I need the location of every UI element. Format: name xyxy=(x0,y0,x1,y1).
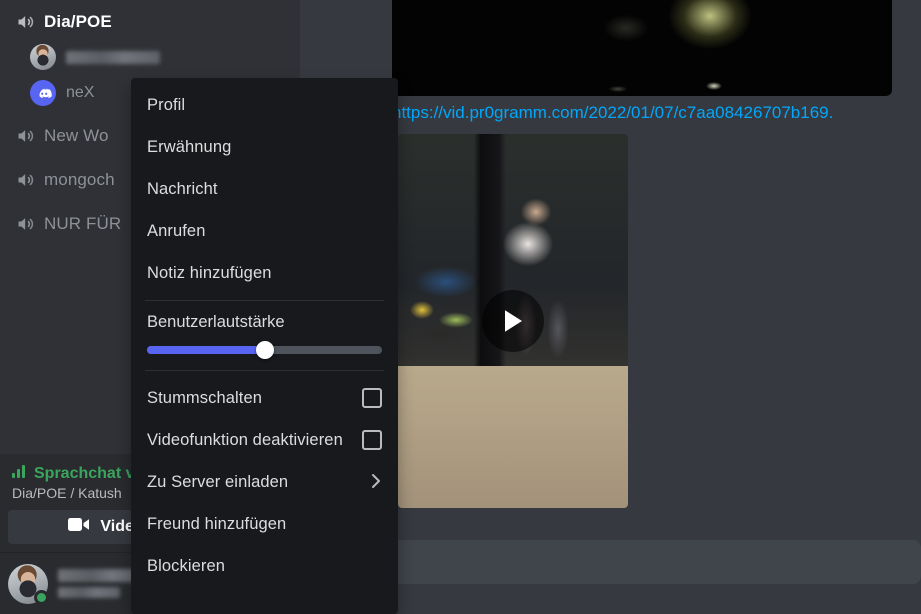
menu-item-freund-hinzufuegen[interactable]: Freund hinzufügen xyxy=(131,503,398,545)
menu-item-label: Profil xyxy=(147,95,186,114)
sidebar-member-0[interactable] xyxy=(8,39,292,75)
menu-item-videofunktion-deaktivieren[interactable]: Videofunktion deaktivieren xyxy=(131,419,398,461)
user-tag-redacted xyxy=(58,587,120,598)
menu-item-profil[interactable]: Profil xyxy=(131,84,398,126)
user-volume-label: Benutzerlautstärke xyxy=(147,313,285,331)
menu-item-label: Zu Server einladen xyxy=(147,472,289,491)
menu-item-label: Videofunktion deaktivieren xyxy=(147,430,343,449)
menu-item-label: Anrufen xyxy=(147,221,206,240)
member-name: neX xyxy=(66,84,95,101)
speaker-icon xyxy=(16,12,36,32)
user-volume-section[interactable]: Benutzerlautstärke xyxy=(131,307,398,364)
menu-item-label: Nachricht xyxy=(147,179,218,198)
menu-item-blockieren[interactable]: Blockieren xyxy=(131,545,398,587)
user-volume-slider[interactable] xyxy=(147,341,382,359)
discord-logo-avatar xyxy=(30,80,56,106)
member-name-redacted xyxy=(66,50,160,64)
volume-slider-thumb[interactable] xyxy=(255,341,274,359)
play-button-icon[interactable] xyxy=(482,290,544,352)
speaker-icon xyxy=(16,170,36,190)
sidebar-channel-label: mongoch xyxy=(44,170,115,189)
menu-separator xyxy=(145,370,384,371)
menu-item-nachricht[interactable]: Nachricht xyxy=(131,168,398,210)
menu-item-label: Freund hinzufügen xyxy=(147,514,287,533)
menu-separator xyxy=(145,300,384,301)
video-embed[interactable] xyxy=(398,134,628,508)
message-link[interactable]: https://vid.pr0gramm.com/2022/01/07/c7aa… xyxy=(392,103,921,123)
checkbox-unchecked-icon[interactable] xyxy=(362,388,382,408)
status-badge xyxy=(34,589,49,605)
speaker-icon xyxy=(16,126,36,146)
user-context-menu[interactable]: Profil Erwähnung Nachricht Anrufen Notiz… xyxy=(131,78,398,614)
sidebar-channel-label: Dia/POE xyxy=(44,12,112,31)
menu-item-label: Erwähnung xyxy=(147,137,232,156)
menu-item-label: Blockieren xyxy=(147,556,226,575)
sidebar-channel-label: New Wo xyxy=(44,126,109,145)
avatar[interactable] xyxy=(8,563,49,605)
menu-item-zu-server-einladen[interactable]: Zu Server einladen xyxy=(131,461,398,503)
previous-video-thumbnail[interactable] xyxy=(392,0,892,96)
signal-bars-icon xyxy=(12,464,28,483)
voice-status-text: Sprachchat v xyxy=(34,464,135,482)
video-camera-icon xyxy=(68,517,90,537)
chat-input[interactable] xyxy=(392,540,921,584)
menu-item-stummschalten[interactable]: Stummschalten xyxy=(131,377,398,419)
discord-window: Dia/POE neX New Wo mongoch NUR FÜR Sprac… xyxy=(0,0,921,614)
menu-item-notiz-hinzufuegen[interactable]: Notiz hinzufügen xyxy=(131,252,398,294)
chevron-right-icon xyxy=(371,473,382,492)
avatar xyxy=(30,44,56,70)
sidebar-channel-active[interactable]: Dia/POE xyxy=(8,5,292,39)
menu-item-label: Notiz hinzufügen xyxy=(147,263,272,282)
volume-slider-fill xyxy=(147,346,265,354)
checkbox-unchecked-icon[interactable] xyxy=(362,430,382,450)
sidebar-channel-label: NUR FÜR xyxy=(44,214,122,233)
menu-item-label: Stummschalten xyxy=(147,388,263,407)
speaker-icon xyxy=(16,214,36,234)
menu-item-anrufen[interactable]: Anrufen xyxy=(131,210,398,252)
menu-item-erwaehnung[interactable]: Erwähnung xyxy=(131,126,398,168)
